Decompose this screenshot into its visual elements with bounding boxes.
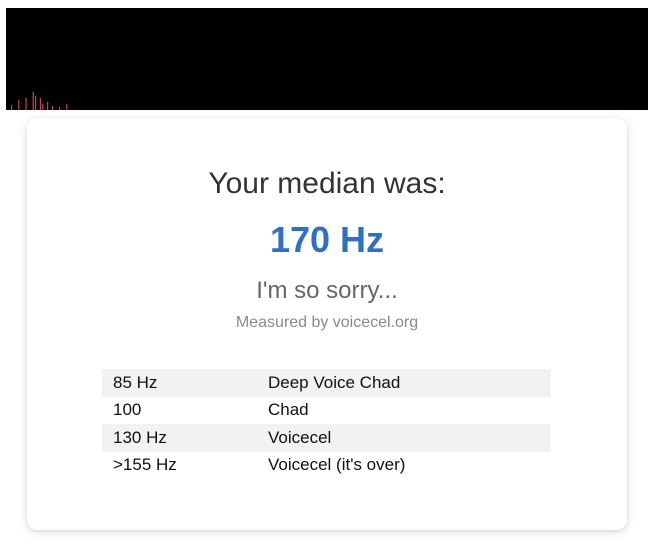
visualizer-bar [66,103,68,110]
visualizer-bar [25,97,27,110]
result-card: Your median was: 170 Hz I'm so sorry... … [27,118,627,530]
visualizer-bar [42,103,44,110]
table-row: 100 Chad [102,397,551,425]
visualizer-bar [51,105,53,110]
visualizer-bars [11,91,68,110]
reference-table: 85 Hz Deep Voice Chad 100 Chad 130 Hz Vo… [102,369,551,479]
visualizer-bar [59,106,61,110]
median-frequency-value: 170 Hz [269,219,385,260]
table-row: 130 Hz Voicecel [102,424,551,452]
table-cell-frequency: 100 [113,400,142,420]
visualizer-bar [11,104,13,110]
visualizer-bar [47,101,49,110]
result-headline: Your median was: [208,167,446,200]
table-cell-label: Voicecel (it's over) [268,455,406,475]
table-cell-label: Chad [268,400,309,420]
visualizer-bar [35,95,37,110]
table-row: 85 Hz Deep Voice Chad [102,369,551,397]
audio-visualizer [6,8,648,110]
measured-by-credit: Measured by voicecel.org [235,314,419,331]
visualizer-bar [32,91,34,110]
table-row: >155 Hz Voicecel (it's over) [102,452,551,480]
table-cell-frequency: >155 Hz [113,455,177,475]
table-cell-frequency: 130 Hz [102,424,257,452]
visualizer-bar [39,97,41,110]
result-verdict: I'm so sorry... [256,277,398,304]
table-cell-label: Voicecel [257,424,551,452]
table-cell-frequency: 85 Hz [102,369,257,397]
table-cell-label: Deep Voice Chad [257,369,551,397]
visualizer-bar [18,99,20,110]
